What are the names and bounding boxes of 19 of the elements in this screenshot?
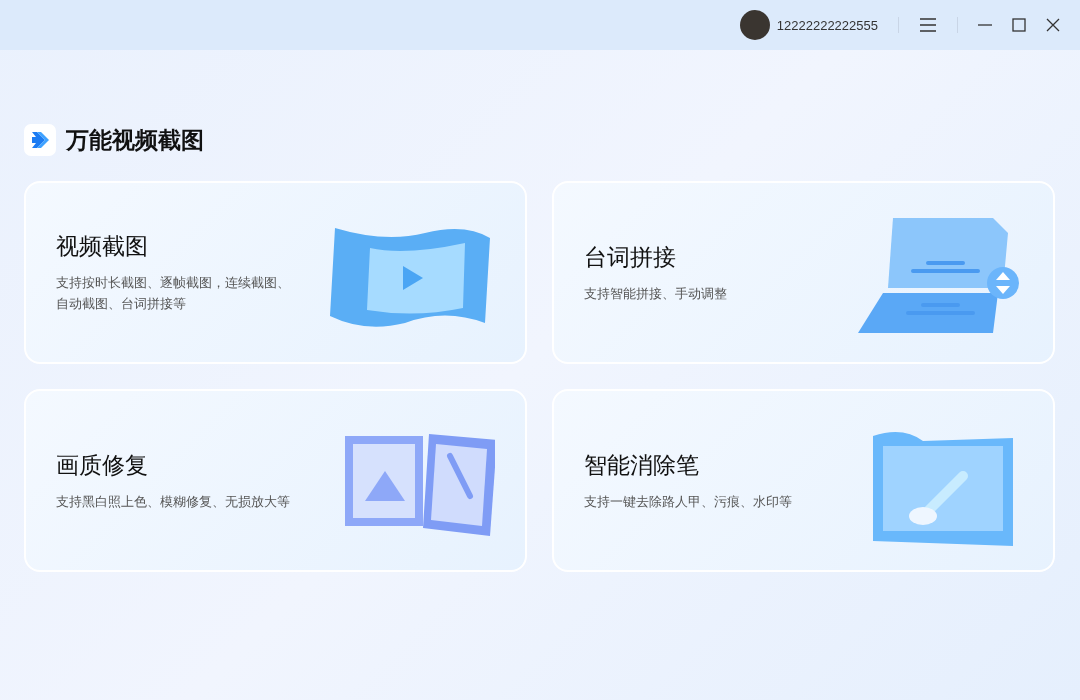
- card-description: 支持按时长截图、逐帧截图，连续截图、自动截图、台词拼接等: [56, 274, 291, 313]
- username: 12222222222555: [776, 17, 878, 33]
- app-logo-icon: [24, 124, 56, 156]
- card-description: 支持黑白照上色、模糊修复、无损放大等: [56, 492, 291, 511]
- feature-card[interactable]: 智能消除笔 支持一键去除路人甲、污痕、水印等: [552, 389, 1055, 572]
- menu-icon[interactable]: [919, 18, 937, 32]
- card-description: 支持智能拼接、手动调整: [584, 284, 728, 303]
- card-title: 画质修复: [56, 450, 149, 480]
- maximize-icon[interactable]: [1012, 18, 1026, 32]
- card-title: 智能消除笔: [584, 450, 700, 480]
- card-description: 支持一键去除路人甲、污痕、水印等: [584, 492, 793, 511]
- close-icon[interactable]: [1046, 18, 1060, 32]
- feature-card[interactable]: 视频截图 支持按时长截图、逐帧截图，连续截图、自动截图、台词拼接等: [24, 181, 527, 364]
- feature-card[interactable]: 台词拼接 支持智能拼接、手动调整: [552, 181, 1055, 364]
- card-title: 视频截图: [56, 232, 149, 261]
- feature-card[interactable]: 画质修复 支持黑白照上色、模糊修复、无损放大等: [24, 389, 527, 572]
- card-title: 台词拼接: [584, 242, 677, 272]
- user-avatar[interactable]: [739, 10, 770, 40]
- app-title: 万能视频截图: [66, 125, 204, 155]
